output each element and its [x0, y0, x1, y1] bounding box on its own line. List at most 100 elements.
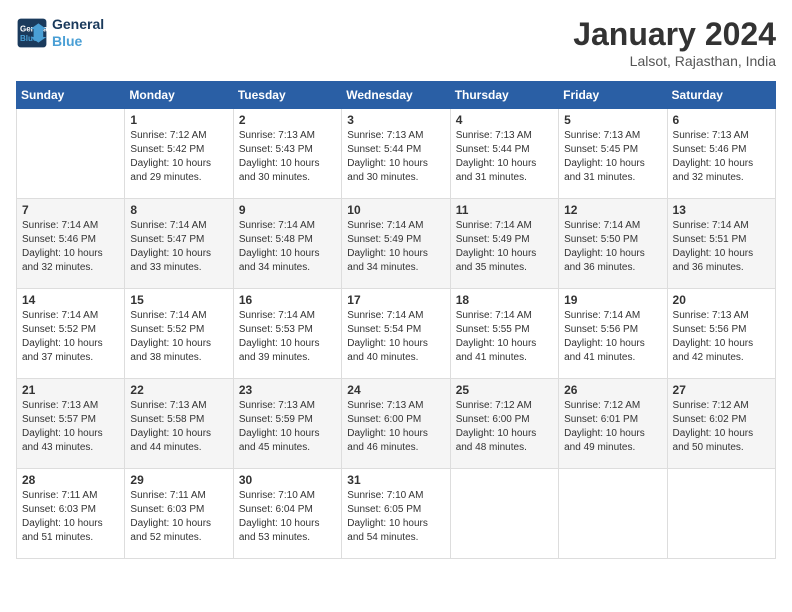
location-subtitle: Lalsot, Rajasthan, India — [573, 53, 776, 69]
day-header-sunday: Sunday — [17, 82, 125, 109]
day-header-tuesday: Tuesday — [233, 82, 341, 109]
cell-info: Sunrise: 7:10 AMSunset: 6:05 PMDaylight:… — [347, 489, 444, 545]
cell-info: Sunrise: 7:14 AMSunset: 5:54 PMDaylight:… — [347, 309, 444, 365]
day-number: 22 — [130, 383, 227, 397]
day-number: 1 — [130, 113, 227, 127]
day-number: 12 — [564, 203, 661, 217]
day-number: 18 — [456, 293, 553, 307]
calendar-cell: 8 Sunrise: 7:14 AMSunset: 5:47 PMDaylight… — [125, 199, 233, 289]
logo-text: General Blue — [52, 16, 104, 50]
cell-info: Sunrise: 7:13 AMSunset: 5:46 PMDaylight:… — [673, 129, 770, 185]
cell-info: Sunrise: 7:12 AMSunset: 6:02 PMDaylight:… — [673, 399, 770, 455]
cell-info: Sunrise: 7:11 AMSunset: 6:03 PMDaylight:… — [130, 489, 227, 545]
day-number: 25 — [456, 383, 553, 397]
day-number: 19 — [564, 293, 661, 307]
cell-info: Sunrise: 7:10 AMSunset: 6:04 PMDaylight:… — [239, 489, 336, 545]
day-number: 14 — [22, 293, 119, 307]
calendar-cell: 23 Sunrise: 7:13 AMSunset: 5:59 PMDayligh… — [233, 379, 341, 469]
day-number: 28 — [22, 473, 119, 487]
day-number: 23 — [239, 383, 336, 397]
day-number: 7 — [22, 203, 119, 217]
day-number: 20 — [673, 293, 770, 307]
day-header-wednesday: Wednesday — [342, 82, 450, 109]
calendar-cell: 3Sunrise: 7:13 AMSunset: 5:44 PMDaylight… — [342, 109, 450, 199]
cell-info: Sunrise: 7:13 AMSunset: 5:59 PMDaylight:… — [239, 399, 336, 455]
day-number: 10 — [347, 203, 444, 217]
cell-info: Sunrise: 7:13 AMSunset: 5:44 PMDaylight:… — [347, 129, 444, 185]
calendar-cell: 7Sunrise: 7:14 AMSunset: 5:46 PMDaylight… — [17, 199, 125, 289]
week-row-5: 28 Sunrise: 7:11 AMSunset: 6:03 PMDayligh… — [17, 469, 776, 559]
cell-info: Sunrise: 7:14 AMSunset: 5:50 PMDaylight:… — [564, 219, 661, 275]
cell-info: Sunrise: 7:14 AMSunset: 5:56 PMDaylight:… — [564, 309, 661, 365]
day-number: 30 — [239, 473, 336, 487]
calendar-cell: 24 Sunrise: 7:13 AMSunset: 6:00 PMDayligh… — [342, 379, 450, 469]
day-number: 2 — [239, 113, 336, 127]
cell-info: Sunrise: 7:14 AMSunset: 5:49 PMDaylight:… — [347, 219, 444, 275]
week-row-1: 1 Sunrise: 7:12 AMSunset: 5:42 PMDaylight… — [17, 109, 776, 199]
calendar-cell: 1 Sunrise: 7:12 AMSunset: 5:42 PMDaylight… — [125, 109, 233, 199]
week-row-4: 21 Sunrise: 7:13 AMSunset: 5:57 PMDayligh… — [17, 379, 776, 469]
day-number: 8 — [130, 203, 227, 217]
day-number: 4 — [456, 113, 553, 127]
day-number: 9 — [239, 203, 336, 217]
calendar-cell: 10 Sunrise: 7:14 AMSunset: 5:49 PMDayligh… — [342, 199, 450, 289]
cell-info: Sunrise: 7:13 AMSunset: 6:00 PMDaylight:… — [347, 399, 444, 455]
day-header-saturday: Saturday — [667, 82, 775, 109]
calendar-cell — [450, 469, 558, 559]
cell-info: Sunrise: 7:13 AMSunset: 5:43 PMDaylight:… — [239, 129, 336, 185]
calendar-cell — [17, 109, 125, 199]
calendar-cell: 28 Sunrise: 7:11 AMSunset: 6:03 PMDayligh… — [17, 469, 125, 559]
day-number: 16 — [239, 293, 336, 307]
calendar-cell: 12 Sunrise: 7:14 AMSunset: 5:50 PMDayligh… — [559, 199, 667, 289]
title-area: January 2024 Lalsot, Rajasthan, India — [573, 16, 776, 69]
logo-icon: General Blue — [16, 17, 48, 49]
cell-info: Sunrise: 7:14 AMSunset: 5:52 PMDaylight:… — [130, 309, 227, 365]
calendar-cell: 22 Sunrise: 7:13 AMSunset: 5:58 PMDayligh… — [125, 379, 233, 469]
calendar-cell: 31 Sunrise: 7:10 AMSunset: 6:05 PMDayligh… — [342, 469, 450, 559]
calendar-cell: 9 Sunrise: 7:14 AMSunset: 5:48 PMDaylight… — [233, 199, 341, 289]
calendar-cell: 25 Sunrise: 7:12 AMSunset: 6:00 PMDayligh… — [450, 379, 558, 469]
month-title: January 2024 — [573, 16, 776, 53]
day-number: 24 — [347, 383, 444, 397]
calendar-cell: 29 Sunrise: 7:11 AMSunset: 6:03 PMDayligh… — [125, 469, 233, 559]
calendar-cell: 14Sunrise: 7:14 AMSunset: 5:52 PMDayligh… — [17, 289, 125, 379]
cell-info: Sunrise: 7:11 AMSunset: 6:03 PMDaylight:… — [22, 489, 119, 545]
calendar-cell: 16 Sunrise: 7:14 AMSunset: 5:53 PMDayligh… — [233, 289, 341, 379]
cell-info: Sunrise: 7:14 AMSunset: 5:53 PMDaylight:… — [239, 309, 336, 365]
cell-info: Sunrise: 7:13 AMSunset: 5:57 PMDaylight:… — [22, 399, 119, 455]
calendar-cell: 20Sunrise: 7:13 AMSunset: 5:56 PMDayligh… — [667, 289, 775, 379]
day-header-monday: Monday — [125, 82, 233, 109]
day-number: 27 — [673, 383, 770, 397]
day-number: 11 — [456, 203, 553, 217]
calendar-cell: 21 Sunrise: 7:13 AMSunset: 5:57 PMDayligh… — [17, 379, 125, 469]
calendar-cell: 4 Sunrise: 7:13 AMSunset: 5:44 PMDaylight… — [450, 109, 558, 199]
cell-info: Sunrise: 7:12 AMSunset: 6:01 PMDaylight:… — [564, 399, 661, 455]
cell-info: Sunrise: 7:12 AMSunset: 6:00 PMDaylight:… — [456, 399, 553, 455]
calendar-cell — [667, 469, 775, 559]
cell-info: Sunrise: 7:13 AMSunset: 5:58 PMDaylight:… — [130, 399, 227, 455]
calendar-cell: 18Sunrise: 7:14 AMSunset: 5:55 PMDayligh… — [450, 289, 558, 379]
calendar-table: SundayMondayTuesdayWednesdayThursdayFrid… — [16, 81, 776, 559]
calendar-header-row: SundayMondayTuesdayWednesdayThursdayFrid… — [17, 82, 776, 109]
day-number: 15 — [130, 293, 227, 307]
day-number: 31 — [347, 473, 444, 487]
cell-info: Sunrise: 7:13 AMSunset: 5:45 PMDaylight:… — [564, 129, 661, 185]
cell-info: Sunrise: 7:12 AMSunset: 5:42 PMDaylight:… — [130, 129, 227, 185]
calendar-cell: 30 Sunrise: 7:10 AMSunset: 6:04 PMDayligh… — [233, 469, 341, 559]
calendar-cell: 15 Sunrise: 7:14 AMSunset: 5:52 PMDayligh… — [125, 289, 233, 379]
calendar-cell: 27 Sunrise: 7:12 AMSunset: 6:02 PMDayligh… — [667, 379, 775, 469]
cell-info: Sunrise: 7:14 AMSunset: 5:47 PMDaylight:… — [130, 219, 227, 275]
calendar-cell: 13 Sunrise: 7:14 AMSunset: 5:51 PMDayligh… — [667, 199, 775, 289]
cell-info: Sunrise: 7:13 AMSunset: 5:44 PMDaylight:… — [456, 129, 553, 185]
calendar-cell: 5Sunrise: 7:13 AMSunset: 5:45 PMDaylight… — [559, 109, 667, 199]
page-header: General Blue General Blue January 2024 L… — [16, 16, 776, 69]
day-number: 21 — [22, 383, 119, 397]
cell-info: Sunrise: 7:14 AMSunset: 5:49 PMDaylight:… — [456, 219, 553, 275]
logo: General Blue General Blue — [16, 16, 104, 50]
day-number: 13 — [673, 203, 770, 217]
cell-info: Sunrise: 7:14 AMSunset: 5:48 PMDaylight:… — [239, 219, 336, 275]
calendar-cell: 19 Sunrise: 7:14 AMSunset: 5:56 PMDayligh… — [559, 289, 667, 379]
day-number: 29 — [130, 473, 227, 487]
day-header-thursday: Thursday — [450, 82, 558, 109]
cell-info: Sunrise: 7:14 AMSunset: 5:51 PMDaylight:… — [673, 219, 770, 275]
